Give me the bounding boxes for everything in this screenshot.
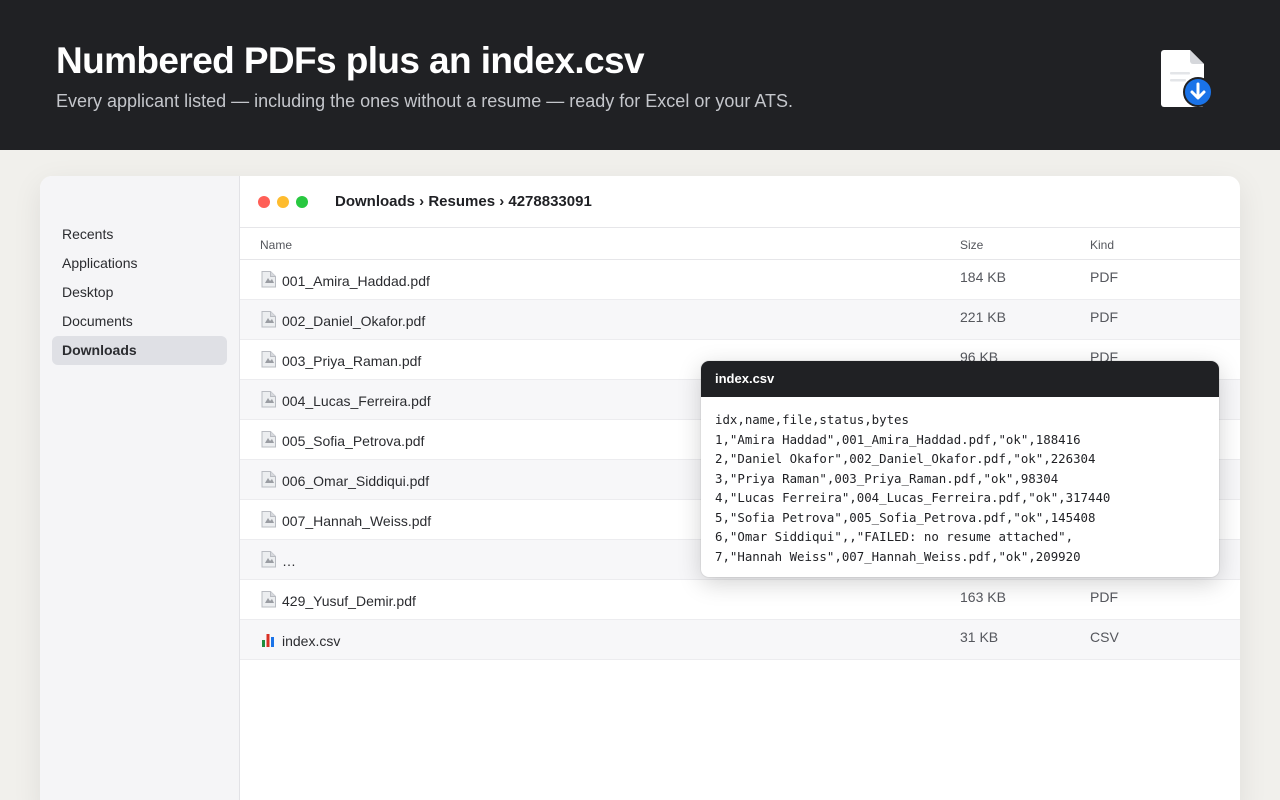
file-name: 429_Yusuf_Demir.pdf: [282, 593, 416, 609]
file-row[interactable]: 002_Daniel_Okafor.pdf 221 KB PDF: [240, 300, 1240, 340]
zoom-window-button[interactable]: [296, 196, 308, 208]
file-row[interactable]: index.csv 31 KB CSV: [240, 620, 1240, 660]
pdf-file-icon: [261, 431, 276, 448]
hero-banner: Numbered PDFs plus an index.csv Every ap…: [0, 0, 1280, 150]
column-name-header[interactable]: Name: [260, 238, 292, 252]
csv-line: 1,"Amira Haddad",001_Amira_Haddad.pdf,"o…: [715, 431, 1081, 447]
sidebar-item-documents[interactable]: Documents: [52, 307, 227, 336]
breadcrumb: Downloads › Resumes › 4278833091: [335, 193, 592, 210]
pdf-file-icon: [261, 271, 276, 288]
sidebar: Recents Applications Desktop Documents D…: [40, 176, 240, 800]
pdf-file-icon: [261, 351, 276, 368]
file-name: 002_Daniel_Okafor.pdf: [282, 313, 426, 329]
file-download-icon: [1161, 50, 1213, 107]
csv-line: idx,name,file,status,bytes: [715, 412, 909, 427]
csv-line: 6,"Omar Siddiqui",,"FAILED: no resume at…: [715, 529, 1074, 544]
file-name: 001_Amira_Haddad.pdf: [282, 273, 430, 289]
csv-line: 5,"Sofia Petrova",005_Sofia_Petrova.pdf,…: [715, 509, 1096, 525]
file-size: 31 KB: [960, 629, 999, 645]
pdf-file-icon: [261, 591, 276, 608]
file-row[interactable]: 429_Yusuf_Demir.pdf 163 KB PDF: [240, 580, 1240, 620]
pdf-file-icon: [261, 551, 276, 568]
file-name: 003_Priya_Raman.pdf: [282, 353, 422, 369]
file-name: 005_Sofia_Petrova.pdf: [282, 433, 425, 449]
file-kind: PDF: [1090, 269, 1118, 285]
spreadsheet-file-icon: [261, 631, 276, 648]
title-bar: Downloads › Resumes › 4278833091: [240, 176, 1240, 228]
csv-content: idx,name,file,status,bytes 1,"Amira Hadda…: [701, 397, 1219, 577]
file-size: 184 KB: [960, 269, 1006, 285]
file-name: …: [282, 553, 296, 569]
csv-line: 3,"Priya Raman",003_Priya_Raman.pdf,"ok"…: [715, 470, 1059, 486]
file-size: 163 KB: [960, 589, 1006, 605]
file-name: index.csv: [282, 633, 341, 649]
pdf-file-icon: [261, 471, 276, 488]
file-kind: CSV: [1090, 629, 1119, 645]
csv-line: 2,"Daniel Okafor",002_Daniel_Okafor.pdf,…: [715, 451, 1096, 466]
file-size: 221 KB: [960, 309, 1006, 325]
popover-title: index.csv: [701, 361, 1219, 397]
hero-title: Numbered PDFs plus an index.csv: [56, 40, 645, 81]
column-header: Name Size Kind: [240, 228, 1240, 260]
column-kind-header[interactable]: Kind: [1090, 238, 1114, 252]
hero-subtitle: Every applicant listed — including the o…: [56, 91, 794, 111]
sidebar-item-desktop[interactable]: Desktop: [52, 278, 227, 307]
file-name: 004_Lucas_Ferreira.pdf: [282, 393, 431, 409]
sidebar-item-downloads[interactable]: Downloads: [52, 336, 227, 365]
csv-line: 4,"Lucas Ferreira",004_Lucas_Ferreira.pd…: [715, 490, 1111, 505]
sidebar-item-applications[interactable]: Applications: [52, 249, 227, 278]
csv-line: 7,"Hannah Weiss",007_Hannah_Weiss.pdf,"o…: [715, 548, 1081, 564]
minimize-window-button[interactable]: [277, 196, 289, 208]
file-row[interactable]: 001_Amira_Haddad.pdf 184 KB PDF: [240, 260, 1240, 300]
file-kind: PDF: [1090, 589, 1118, 605]
column-size-header[interactable]: Size: [960, 238, 983, 252]
file-name: 007_Hannah_Weiss.pdf: [282, 513, 432, 529]
csv-preview-popover: index.csv idx,name,file,status,bytes 1,"A…: [701, 361, 1219, 577]
file-kind: PDF: [1090, 309, 1118, 325]
file-name: 006_Omar_Siddiqui.pdf: [282, 473, 430, 489]
close-window-button[interactable]: [258, 196, 270, 208]
sidebar-item-recents[interactable]: Recents: [52, 220, 227, 249]
pdf-file-icon: [261, 511, 276, 528]
pdf-file-icon: [261, 311, 276, 328]
pdf-file-icon: [261, 391, 276, 408]
